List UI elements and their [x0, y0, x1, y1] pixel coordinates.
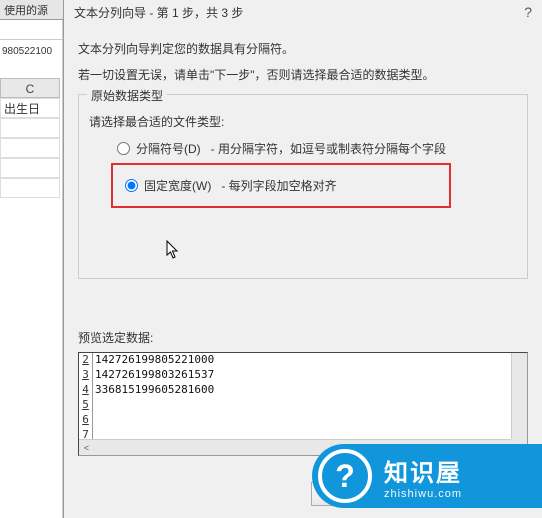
radio-option-delimited[interactable]: 分隔符号(D) - 用分隔字符，如逗号或制表符分隔每个字段: [117, 140, 517, 157]
radio-fixed-width-label: 固定宽度(W): [144, 177, 211, 194]
text-to-columns-wizard-dialog: 文本分列向导 - 第 1 步，共 3 步 ? 文本分列向导判定您的数据具有分隔符…: [63, 0, 542, 518]
radio-option-fixed-width[interactable]: 固定宽度(W) - 每列字段加空格对齐: [125, 177, 441, 194]
cell[interactable]: [0, 138, 60, 158]
radio-fixed-width-desc: - 每列字段加空格对齐: [221, 177, 336, 194]
preview-row-number: 3: [79, 368, 93, 383]
wizard-description-2: 若一切设置无误，请单击"下一步"，否则请选择最合适的数据类型。: [78, 66, 528, 84]
radio-delimited[interactable]: [117, 142, 130, 155]
preview-row-number: 2: [79, 353, 93, 368]
preview-row-data: 142726199805221000: [93, 353, 214, 368]
original-data-type-group: 原始数据类型 请选择最合适的文件类型: 分隔符号(D) - 用分隔字符，如逗号或…: [78, 94, 528, 279]
preview-row: 3142726199803261537: [79, 368, 511, 383]
cell[interactable]: [0, 178, 60, 198]
radio-delimited-label: 分隔符号(D): [136, 140, 201, 157]
preview-row-data: [93, 398, 95, 413]
preview-label: 预览选定数据:: [78, 329, 528, 346]
watermark-badge: ? 知识屋 zhishiwu.com: [312, 444, 542, 508]
preview-row-data: 142726199803261537: [93, 368, 214, 383]
preview-row-number: 6: [79, 413, 93, 428]
preview-row-data: [93, 428, 95, 439]
question-mark-icon: ?: [318, 449, 372, 503]
preview-row: 5: [79, 398, 511, 413]
scroll-left-icon[interactable]: <: [79, 440, 94, 455]
ribbon-tab[interactable]: 使用的源: [0, 0, 63, 20]
preview-row: 2142726199805221000: [79, 353, 511, 368]
preview-row: 4336815199605281600: [79, 383, 511, 398]
dialog-title: 文本分列向导 - 第 1 步，共 3 步: [74, 4, 243, 21]
preview-row: 7: [79, 428, 511, 439]
vertical-scrollbar[interactable]: [511, 353, 527, 439]
preview-row-number: 5: [79, 398, 93, 413]
preview-row-number: 7: [79, 428, 93, 439]
annotation-highlight-box: 固定宽度(W) - 每列字段加空格对齐: [111, 163, 451, 208]
radio-delimited-desc: - 用分隔字符，如逗号或制表符分隔每个字段: [211, 140, 446, 157]
radio-fixed-width[interactable]: [125, 179, 138, 192]
cell-header[interactable]: 出生日: [0, 98, 60, 118]
spreadsheet-strip: 使用的源 980522100 C 出生日: [0, 0, 63, 518]
dialog-titlebar: 文本分列向导 - 第 1 步，共 3 步 ?: [64, 0, 542, 24]
preview-row-data: 336815199605281600: [93, 383, 214, 398]
formula-bar[interactable]: [0, 20, 63, 40]
data-preview-box: 2142726199805221000314272619980326153743…: [78, 352, 528, 456]
cell[interactable]: [0, 118, 60, 138]
badge-subtitle: zhishiwu.com: [384, 488, 462, 500]
group-subtitle: 请选择最合适的文件类型:: [89, 113, 517, 130]
wizard-description-1: 文本分列向导判定您的数据具有分隔符。: [78, 40, 528, 58]
cell-value: 980522100: [0, 44, 63, 59]
badge-title: 知识屋: [384, 453, 462, 488]
preview-content: 2142726199805221000314272619980326153743…: [79, 353, 511, 439]
column-header-c[interactable]: C: [0, 78, 60, 98]
cell[interactable]: [0, 158, 60, 178]
preview-row: 6: [79, 413, 511, 428]
preview-row-data: [93, 413, 95, 428]
help-icon[interactable]: ?: [524, 4, 532, 20]
group-legend: 原始数据类型: [87, 87, 167, 104]
preview-row-number: 4: [79, 383, 93, 398]
